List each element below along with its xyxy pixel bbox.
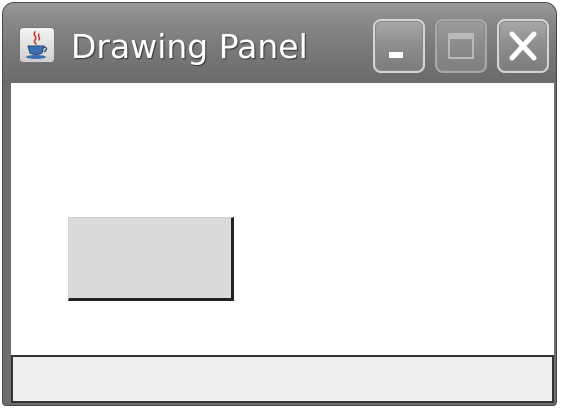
minimize-icon — [389, 52, 403, 58]
minimize-button[interactable] — [373, 19, 425, 73]
window-title: Drawing Panel — [71, 27, 308, 66]
maximize-button[interactable] — [435, 19, 487, 73]
status-bar — [11, 355, 554, 403]
java-cup-icon[interactable] — [19, 27, 55, 63]
drawing-canvas[interactable] — [11, 83, 554, 355]
close-button[interactable] — [497, 19, 549, 73]
java-cup-glyph — [26, 31, 48, 59]
maximize-icon — [448, 33, 474, 59]
drawing-panel-window: Drawing Panel — [2, 2, 557, 406]
title-bar[interactable]: Drawing Panel — [3, 3, 556, 83]
gray-rectangle — [68, 217, 234, 301]
close-icon — [509, 31, 537, 61]
